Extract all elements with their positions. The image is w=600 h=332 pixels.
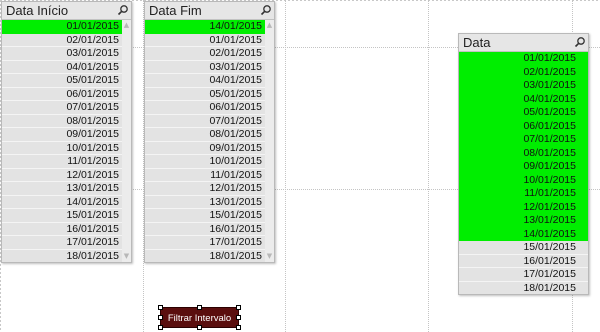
list-item[interactable]: 06/01/2015 bbox=[459, 119, 588, 133]
list-item[interactable]: 09/01/2015 bbox=[2, 128, 131, 142]
list-item[interactable]: 08/01/2015 bbox=[2, 115, 131, 128]
list-item[interactable]: 10/01/2015 bbox=[459, 173, 588, 187]
search-icon[interactable] bbox=[117, 4, 129, 16]
resize-handle[interactable] bbox=[197, 305, 202, 310]
list-item[interactable]: 06/01/2015 bbox=[2, 88, 131, 101]
resize-handle[interactable] bbox=[236, 305, 241, 310]
list-item[interactable]: 05/01/2015 bbox=[459, 106, 588, 120]
list-item[interactable]: 05/01/2015 bbox=[145, 88, 274, 101]
listbox-body: 14/01/2015 01/01/2015 02/01/2015 03/01/2015… bbox=[145, 20, 274, 262]
list-item[interactable]: 01/01/2015 bbox=[459, 52, 588, 66]
list-item[interactable]: 01/01/2015 bbox=[2, 20, 131, 34]
list-item[interactable]: 18/01/2015 bbox=[145, 250, 274, 263]
list-item[interactable]: 10/01/2015 bbox=[2, 142, 131, 155]
list-item[interactable]: 12/01/2015 bbox=[2, 169, 131, 182]
list-item[interactable]: 04/01/2015 bbox=[145, 74, 274, 88]
list-item[interactable]: 05/01/2015 bbox=[2, 74, 131, 88]
list-item[interactable]: 14/01/2015 bbox=[145, 20, 274, 34]
resize-handle[interactable] bbox=[236, 315, 241, 320]
list-item[interactable]: 03/01/2015 bbox=[459, 79, 588, 93]
list-item[interactable]: 09/01/2015 bbox=[459, 160, 588, 174]
resize-handle[interactable] bbox=[236, 325, 241, 330]
list-item[interactable]: 15/01/2015 bbox=[145, 209, 274, 223]
resize-handle[interactable] bbox=[197, 325, 202, 330]
grid-line bbox=[285, 0, 286, 332]
scrollbar[interactable]: ▲ ▼ bbox=[265, 20, 274, 262]
listbox-title: Data Fim bbox=[149, 3, 202, 18]
search-icon[interactable] bbox=[574, 36, 586, 48]
list-item[interactable]: 03/01/2015 bbox=[2, 47, 131, 61]
listbox-rows: 01/01/2015 02/01/2015 03/01/2015 04/01/2015… bbox=[459, 52, 588, 294]
list-item[interactable]: 07/01/2015 bbox=[2, 101, 131, 115]
list-item[interactable]: 16/01/2015 bbox=[2, 223, 131, 236]
listbox-caption[interactable]: Data bbox=[459, 34, 588, 52]
list-item[interactable]: 17/01/2015 bbox=[145, 236, 274, 250]
scroll-up-icon[interactable]: ▲ bbox=[123, 22, 130, 29]
list-item[interactable]: 13/01/2015 bbox=[2, 182, 131, 196]
list-item[interactable]: 11/01/2015 bbox=[459, 187, 588, 201]
list-item[interactable]: 11/01/2015 bbox=[145, 169, 274, 182]
list-item[interactable]: 15/01/2015 bbox=[459, 241, 588, 255]
list-item[interactable]: 16/01/2015 bbox=[145, 223, 274, 236]
list-item[interactable]: 02/01/2015 bbox=[2, 34, 131, 47]
resize-handle[interactable] bbox=[158, 325, 163, 330]
list-item[interactable]: 06/01/2015 bbox=[145, 101, 274, 115]
list-item[interactable]: 17/01/2015 bbox=[459, 268, 588, 282]
list-item[interactable]: 14/01/2015 bbox=[459, 227, 588, 241]
listbox-title: Data Início bbox=[6, 3, 69, 18]
list-item[interactable]: 11/01/2015 bbox=[2, 155, 131, 169]
resize-handle[interactable] bbox=[158, 305, 163, 310]
list-item[interactable]: 15/01/2015 bbox=[2, 209, 131, 223]
list-item[interactable]: 18/01/2015 bbox=[459, 282, 588, 295]
list-item[interactable]: 02/01/2015 bbox=[459, 65, 588, 79]
list-item[interactable]: 07/01/2015 bbox=[145, 115, 274, 128]
scrollbar[interactable]: ▲ ▼ bbox=[122, 20, 131, 262]
list-item[interactable]: 13/01/2015 bbox=[459, 214, 588, 228]
list-item[interactable]: 07/01/2015 bbox=[459, 133, 588, 147]
list-item[interactable]: 02/01/2015 bbox=[145, 47, 274, 61]
resize-handle[interactable] bbox=[158, 315, 163, 320]
listbox-caption[interactable]: Data Início bbox=[2, 2, 131, 20]
list-item[interactable]: 14/01/2015 bbox=[2, 196, 131, 209]
list-item[interactable]: 18/01/2015 bbox=[2, 250, 131, 263]
list-item[interactable]: 04/01/2015 bbox=[2, 61, 131, 74]
list-item[interactable]: 13/01/2015 bbox=[145, 196, 274, 209]
listbox-caption[interactable]: Data Fim bbox=[145, 2, 274, 20]
scroll-down-icon[interactable]: ▼ bbox=[123, 253, 130, 260]
scroll-up-icon[interactable]: ▲ bbox=[266, 22, 273, 29]
grid-line bbox=[428, 0, 429, 332]
list-item[interactable]: 17/01/2015 bbox=[2, 236, 131, 250]
listbox-body: 01/01/2015 02/01/2015 03/01/2015 04/01/2015… bbox=[459, 52, 588, 294]
listbox-title: Data bbox=[463, 35, 491, 50]
list-item[interactable]: 12/01/2015 bbox=[145, 182, 274, 196]
list-item[interactable]: 08/01/2015 bbox=[459, 146, 588, 160]
list-item[interactable]: 10/01/2015 bbox=[145, 155, 274, 169]
scroll-down-icon[interactable]: ▼ bbox=[266, 253, 273, 260]
list-item[interactable]: 08/01/2015 bbox=[145, 128, 274, 142]
listbox-data[interactable]: Data 01/01/2015 02/01/2015 03/01/2015 04/01… bbox=[458, 33, 589, 295]
list-item[interactable]: 03/01/2015 bbox=[145, 61, 274, 74]
listbox-data-inicio[interactable]: Data Início 01/01/2015 02/01/2015 03/01/20… bbox=[1, 1, 132, 263]
list-item[interactable]: 12/01/2015 bbox=[459, 200, 588, 214]
list-item[interactable]: 04/01/2015 bbox=[459, 92, 588, 106]
listbox-body: 01/01/2015 02/01/2015 03/01/2015 04/01/2015… bbox=[2, 20, 131, 262]
search-icon[interactable] bbox=[260, 4, 272, 16]
list-item[interactable]: 09/01/2015 bbox=[145, 142, 274, 155]
list-item[interactable]: 16/01/2015 bbox=[459, 255, 588, 268]
listbox-data-fim[interactable]: Data Fim 14/01/2015 01/01/2015 02/01/2015 0… bbox=[144, 1, 275, 263]
listbox-rows: 01/01/2015 02/01/2015 03/01/2015 04/01/2015… bbox=[2, 20, 131, 262]
listbox-rows: 14/01/2015 01/01/2015 02/01/2015 03/01/2015… bbox=[145, 20, 274, 262]
list-item[interactable]: 01/01/2015 bbox=[145, 34, 274, 47]
